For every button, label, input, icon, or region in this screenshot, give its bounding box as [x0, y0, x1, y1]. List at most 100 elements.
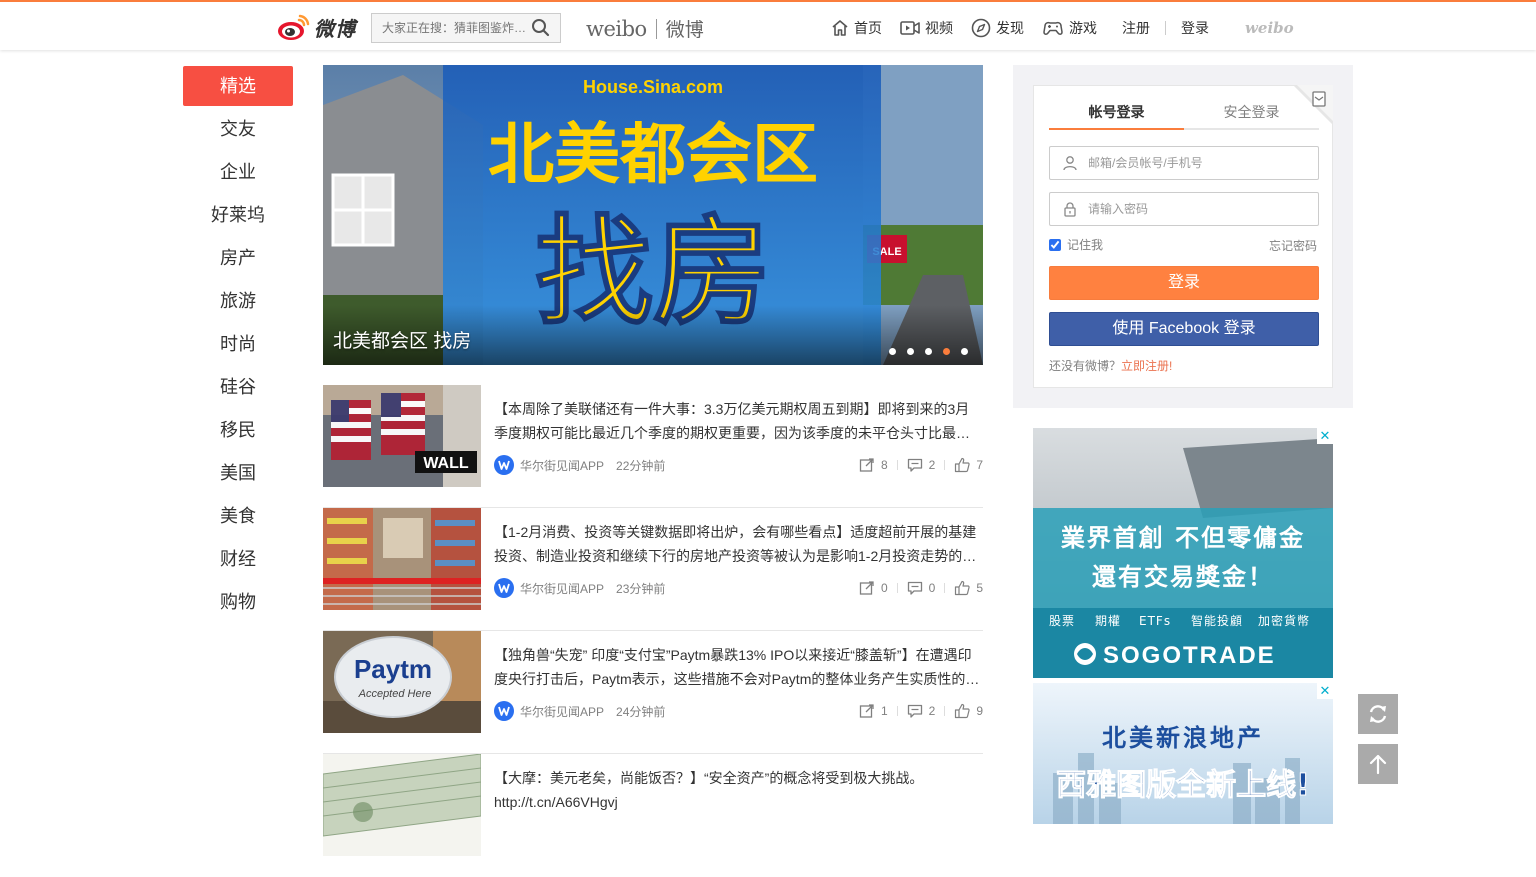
feed-thumbnail-wall-street[interactable]: WALL: [323, 385, 481, 487]
hero-carousel[interactable]: SALE House.Sina.com 北美都会区 找房 北美都会区 找房: [323, 65, 983, 365]
forgot-password-link[interactable]: 忘记密码: [1269, 237, 1317, 254]
feed-item[interactable]: WALL 【本周除了美联储还有一件大事：3.3万亿美元期权周五到期】即将到来的3…: [323, 385, 983, 508]
weibo-logo[interactable]: 微博: [276, 10, 360, 44]
top-navbar: 微博 weibo 微博 首页 视频 发现 游戏 注册 登录: [0, 0, 1536, 50]
ad-banner-sina-house[interactable]: 北美新浪地产 西雅图版全新上线! ✕: [1033, 683, 1333, 824]
sidebar-item-shopping[interactable]: 购物: [183, 582, 293, 622]
repost-button[interactable]: 8: [859, 457, 888, 473]
nav-home[interactable]: 首页: [830, 18, 882, 38]
feed-stats: 0 0 5: [859, 578, 983, 598]
discover-icon: [971, 18, 991, 38]
login-panel: 帐号登录 安全登录 记住我 忘记密码 登录 使用 Facebook 登录 还没有…: [1013, 65, 1353, 408]
no-account-text: 还没有微博？: [1049, 359, 1122, 373]
brand-wordmark: weibo 微博: [586, 15, 704, 42]
carousel-dot[interactable]: [907, 348, 914, 355]
feed-item[interactable]: 【大摩：美元老矣，尚能饭否？】“安全资产”的概念将受到极大挑战。 http://…: [323, 754, 983, 877]
sidebar-item-silicon-valley[interactable]: 硅谷: [183, 367, 293, 407]
repost-icon: [859, 458, 874, 472]
password-field[interactable]: [1049, 192, 1319, 226]
feed-item-meta: 华尔街见闻APP 24分钟前 1 2 9: [494, 701, 983, 721]
nav-divider: [1165, 21, 1166, 35]
nav-register-link[interactable]: 注册: [1122, 18, 1150, 38]
sidebar-item-usa[interactable]: 美国: [183, 453, 293, 493]
sidebar-item-realestate[interactable]: 房产: [183, 238, 293, 278]
back-to-top-button[interactable]: [1358, 744, 1398, 784]
ad-banner-sogotrade[interactable]: 業界首創 不但零傭金 還有交易獎金！ 股票 期權 ETFs 智能投顧 加密貨幣 …: [1033, 428, 1333, 678]
sidebar-item-dating[interactable]: 交友: [183, 109, 293, 149]
carousel-site-text: House.Sina.com: [583, 77, 723, 97]
remember-me-label: 记住我: [1067, 238, 1104, 252]
sidebar-item-featured[interactable]: 精选: [183, 66, 293, 106]
source-name[interactable]: 华尔街见闻APP: [520, 703, 604, 720]
feed-thumbnail-dollars[interactable]: [323, 754, 481, 856]
username-field[interactable]: [1049, 146, 1319, 180]
nav-discover[interactable]: 发现: [970, 17, 1024, 39]
news-feed: WALL 【本周除了美联储还有一件大事：3.3万亿美元期权周五到期】即将到来的3…: [323, 385, 983, 877]
sidebar-item-fashion[interactable]: 时尚: [183, 324, 293, 364]
search-box[interactable]: [371, 13, 561, 43]
thumb-paytm-text: Paytm: [354, 654, 432, 684]
sidebar-item-business[interactable]: 企业: [183, 152, 293, 192]
repost-button[interactable]: 1: [859, 703, 888, 719]
ad-close-icon[interactable]: ✕: [1317, 683, 1333, 699]
sidebar-item-immigration[interactable]: 移民: [183, 410, 293, 450]
repost-icon: [859, 704, 874, 718]
ad2-line2: 西雅图版全新上线!: [1056, 768, 1310, 803]
tab-secure-login[interactable]: 安全登录: [1184, 96, 1319, 130]
post-time: 23分钟前: [616, 581, 666, 596]
search-icon[interactable]: [530, 17, 552, 39]
nav-game[interactable]: 游戏: [1041, 18, 1097, 38]
carousel-caption[interactable]: 北美都会区 找房: [333, 326, 471, 353]
feed-item-text[interactable]: 【大摩：美元老矣，尚能饭否？】“安全资产”的概念将受到极大挑战。 http://…: [494, 766, 980, 814]
sidebar-item-hollywood[interactable]: 好莱坞: [183, 195, 293, 235]
password-input[interactable]: [1088, 202, 1308, 216]
carousel-dot-active[interactable]: [943, 348, 950, 355]
comment-button[interactable]: 2: [907, 703, 935, 719]
nav-discover-label: 发现: [996, 20, 1024, 36]
like-button[interactable]: 9: [954, 703, 983, 719]
brand-cn: 微博: [665, 20, 704, 41]
facebook-login-button[interactable]: 使用 Facebook 登录: [1049, 312, 1319, 346]
feed-item[interactable]: 【1-2月消费、投资等关键数据即将出炉，会有哪些看点】适度超前开展的基建投资、制…: [323, 508, 983, 631]
video-icon: [900, 21, 920, 35]
sidebar-item-travel[interactable]: 旅游: [183, 281, 293, 321]
feed-thumbnail-paytm[interactable]: Paytm Accepted Here: [323, 631, 481, 733]
feed-item-text[interactable]: 【1-2月消费、投资等关键数据即将出炉，会有哪些看点】适度超前开展的基建投资、制…: [494, 520, 980, 568]
remember-me[interactable]: 记住我: [1049, 236, 1103, 253]
stat-divider: [944, 460, 946, 470]
source-avatar-icon[interactable]: [494, 578, 514, 598]
register-prompt: 还没有微博？立即注册!: [1049, 357, 1172, 374]
source-name[interactable]: 华尔街见闻APP: [520, 580, 604, 597]
feed-item[interactable]: Paytm Accepted Here 【独角兽“失宠” 印度“支付宝”Payt…: [323, 631, 983, 754]
source-avatar-icon[interactable]: [494, 455, 514, 475]
feed-item-text[interactable]: 【独角兽“失宠” 印度“支付宝”Paytm暴跌13% IPO以来接近“膝盖斩”】…: [494, 643, 980, 691]
ad1-line1: 業界首創 不但零傭金: [1061, 524, 1305, 552]
username-input[interactable]: [1088, 156, 1308, 170]
feed-thumbnail-supermarket[interactable]: [323, 508, 481, 610]
carousel-dot[interactable]: [961, 348, 968, 355]
ad1-line2: 還有交易獎金！: [1092, 563, 1274, 591]
nav-login-link[interactable]: 登录: [1181, 18, 1209, 38]
refresh-button[interactable]: [1358, 694, 1398, 734]
sidebar-item-finance[interactable]: 财经: [183, 539, 293, 579]
comment-button[interactable]: 0: [907, 580, 935, 596]
like-button[interactable]: 7: [954, 457, 983, 473]
repost-button[interactable]: 0: [859, 580, 888, 596]
feed-item-text[interactable]: 【本周除了美联储还有一件大事：3.3万亿美元期权周五到期】即将到来的3月季度期权…: [494, 397, 980, 445]
source-avatar-icon[interactable]: [494, 701, 514, 721]
source-name[interactable]: 华尔街见闻APP: [520, 457, 604, 474]
carousel-dot[interactable]: [889, 348, 896, 355]
like-button[interactable]: 5: [954, 580, 983, 596]
comment-button[interactable]: 2: [907, 457, 935, 473]
nav-video[interactable]: 视频: [899, 18, 953, 38]
remember-me-checkbox[interactable]: [1049, 238, 1061, 251]
brand-en: weibo: [586, 16, 647, 41]
search-input[interactable]: [372, 21, 528, 35]
sidebar-item-food[interactable]: 美食: [183, 496, 293, 536]
carousel-dot[interactable]: [925, 348, 932, 355]
register-now-link[interactable]: 立即注册!: [1121, 359, 1172, 373]
thumb-paytm-subtext: Accepted Here: [358, 688, 432, 700]
tab-account-login[interactable]: 帐号登录: [1049, 96, 1184, 130]
login-button[interactable]: 登录: [1049, 266, 1319, 300]
ad-close-icon[interactable]: ✕: [1317, 428, 1333, 444]
